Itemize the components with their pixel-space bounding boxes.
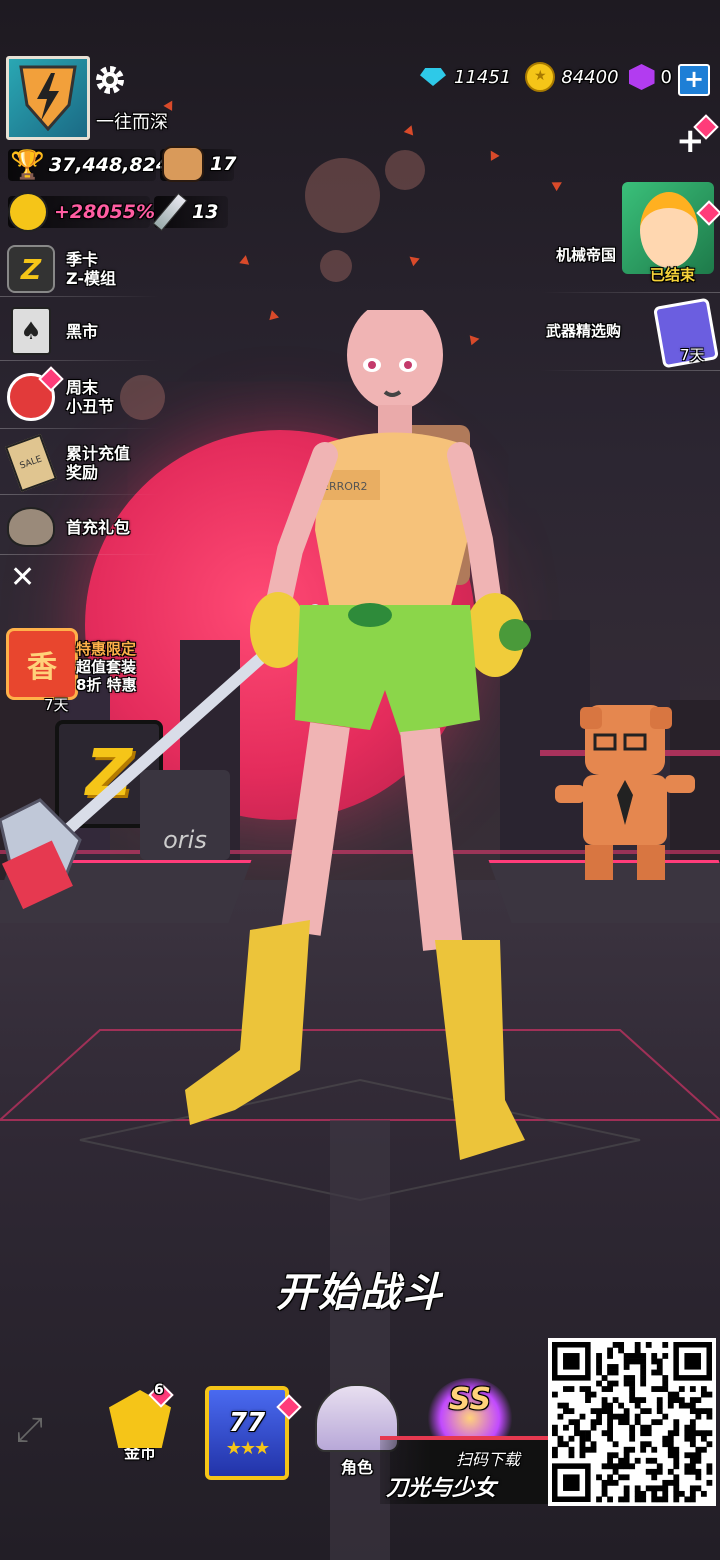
- ember: [403, 123, 417, 136]
- purple-gem-icon: [628, 64, 655, 90]
- player-avatar[interactable]: [6, 56, 90, 140]
- event-mech-empire[interactable]: 机械帝国 已结束: [540, 180, 720, 290]
- diamond-icon: [420, 68, 446, 86]
- player-name: 一往而深: [96, 112, 168, 133]
- currency-bar: 11451 ★ 84400 0: [420, 62, 672, 92]
- sale-tag-icon: SALE: [4, 433, 58, 493]
- player-level-button[interactable]: 77 ★★★: [202, 1386, 302, 1480]
- trophy-icon: 🏆: [10, 148, 45, 181]
- free-coins-button[interactable]: 免费 金币 6: [100, 1382, 180, 1462]
- gold-coin-icon: ★: [525, 62, 556, 92]
- bokeh: [305, 158, 380, 233]
- ember: [239, 254, 251, 265]
- divider: [540, 370, 720, 371]
- menu-season-card[interactable]: Z 季卡 Z-模组: [6, 244, 156, 294]
- menu-recharge-reward[interactable]: SALE 累计充值 奖励: [4, 433, 156, 493]
- spade-icon: ♠: [6, 306, 56, 356]
- start-battle-button[interactable]: 开始战斗: [240, 1260, 480, 1318]
- promo-special-offer[interactable]: 香 特惠限定 超值套装 8折 特惠 7天: [4, 628, 164, 714]
- qr-code[interactable]: [548, 1338, 716, 1506]
- level-shield-icon: 77 ★★★: [205, 1386, 289, 1480]
- dagger-icon: [152, 192, 188, 232]
- divider: [0, 554, 160, 555]
- banner-accent-line: [380, 1436, 550, 1440]
- menu-clown-festival[interactable]: 周末 小丑节: [6, 366, 156, 422]
- menu-first-recharge[interactable]: 首充礼包: [6, 502, 156, 552]
- divider: [0, 494, 160, 495]
- fullscreen-toggle-icon[interactable]: ⤢: [16, 1410, 56, 1450]
- collapse-menu-close-icon[interactable]: ✕: [10, 560, 35, 595]
- divider: [0, 360, 160, 361]
- bear-stat: 17: [162, 146, 236, 182]
- trophy-stat: 🏆 37,448,824: [10, 148, 170, 181]
- bear-npc: [555, 705, 695, 880]
- ember: [486, 148, 500, 161]
- z-badge-icon: Z: [6, 244, 56, 294]
- bokeh: [320, 250, 352, 282]
- settings-gear-icon[interactable]: [92, 62, 128, 98]
- promo-package-icon: 香: [6, 628, 78, 700]
- lightning-shield-icon: [19, 65, 77, 131]
- bear-head-icon: [162, 146, 204, 182]
- add-currency-button[interactable]: +: [678, 64, 710, 96]
- bonus-stat: +28055%: [8, 192, 155, 232]
- ember: [406, 252, 420, 267]
- event-weapon-selection[interactable]: 武器精选购 7天: [540, 297, 720, 370]
- divider: [540, 292, 720, 293]
- blade-stat: 13: [152, 192, 218, 232]
- download-banner[interactable]: 扫码下载 刀光与少女: [380, 1436, 550, 1504]
- level-stars: ★★★: [225, 1437, 270, 1459]
- creature-icon: [6, 502, 56, 552]
- menu-black-market[interactable]: ♠ 黑市: [6, 306, 156, 356]
- divider: [0, 428, 160, 429]
- girl-avatar-icon: [622, 182, 714, 274]
- divider: [0, 296, 160, 297]
- yellow-face-icon: [8, 192, 48, 232]
- bokeh: [385, 150, 425, 190]
